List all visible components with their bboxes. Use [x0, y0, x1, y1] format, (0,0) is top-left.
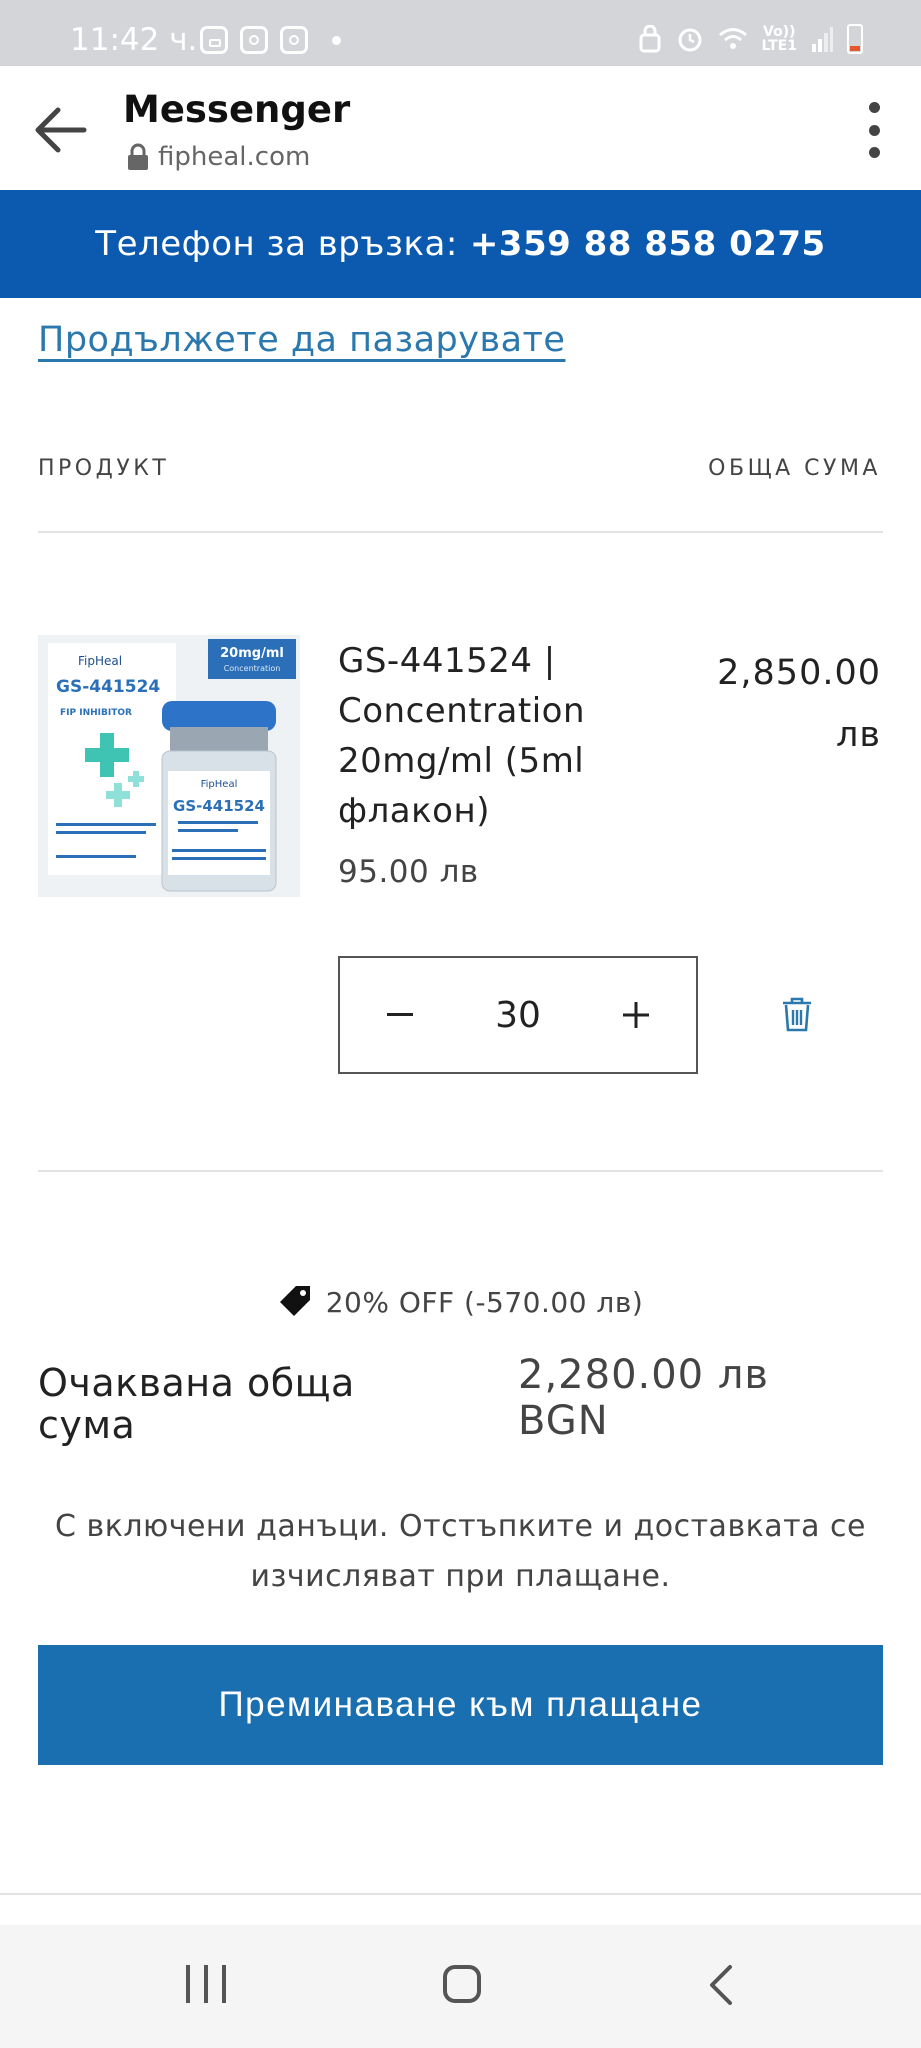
product-name-link[interactable]: GS-441524 | Concentration 20mg/ml (5ml ф…	[338, 636, 638, 836]
product-line-total: 2,850.00 лв	[717, 653, 881, 755]
lock-icon	[128, 143, 148, 170]
recent-apps-button[interactable]	[186, 1965, 226, 2005]
discount-tag-icon	[279, 1286, 310, 1316]
more-options-icon[interactable]	[867, 102, 881, 158]
column-header-product: ПРОДУКТ	[38, 456, 170, 481]
app-title: Messenger	[123, 88, 351, 131]
plus-icon	[623, 1002, 649, 1028]
vpn-icon	[639, 25, 661, 53]
system-back-button[interactable]	[706, 1963, 736, 2007]
svg-text:GS-441524: GS-441524	[173, 797, 265, 815]
continue-shopping-link[interactable]: Продължете да пазарувате	[38, 320, 565, 360]
contact-phone-link[interactable]: +359 88 858 0275	[470, 224, 826, 264]
more-notifications-dot	[332, 35, 341, 45]
browser-app-bar: Messenger fipheal.com	[0, 66, 921, 190]
tax-note: С включени данъци. Отстъпките и доставка…	[55, 1509, 866, 1594]
minus-icon	[387, 1013, 413, 1016]
system-navigation-bar	[0, 1925, 921, 2048]
remove-item-trash-icon[interactable]	[781, 996, 813, 1032]
column-header-total: ОБЩА СУМА	[708, 456, 881, 481]
header-divider	[38, 531, 883, 533]
svg-text:FipHeal: FipHeal	[201, 779, 238, 790]
back-arrow-icon[interactable]	[30, 102, 90, 158]
discount-line: 20% OFF (-570.00 лв)	[0, 1284, 921, 1319]
svg-text:GS-441524: GS-441524	[56, 677, 160, 697]
quantity-decrease-button[interactable]	[340, 958, 460, 1072]
product-unit-price: 95.00 лв	[338, 854, 479, 890]
instagram-notification-icon-2	[280, 26, 308, 54]
quantity-stepper: 30	[338, 956, 698, 1074]
item-divider	[38, 1170, 883, 1172]
footer-divider	[0, 1893, 921, 1895]
estimated-total-label: Очаквана обща сума	[38, 1361, 355, 1447]
page-url[interactable]: fipheal.com	[158, 142, 310, 172]
status-time: 11:42 ч.	[70, 22, 198, 58]
network-type-indicator: Vo)) LTE1	[761, 24, 797, 54]
product-image-art: FipHeal GS-441524 FIP INHIBITOR 20mg/ml …	[38, 635, 300, 897]
contact-label: Телефон за връзка:	[95, 224, 458, 264]
status-notification-icons	[200, 26, 341, 54]
alarm-icon	[678, 28, 702, 52]
status-system-icons: Vo)) LTE1	[638, 24, 863, 54]
quantity-input[interactable]: 30	[460, 995, 576, 1036]
estimated-total-value: 2,280.00 лв BGN	[518, 1352, 769, 1444]
svg-text:FIP INHIBITOR: FIP INHIBITOR	[60, 708, 132, 718]
svg-text:FipHeal: FipHeal	[78, 654, 122, 668]
wifi-icon	[718, 28, 747, 49]
gallery-notification-icon	[200, 26, 228, 54]
home-button[interactable]	[443, 1965, 481, 2003]
battery-icon	[847, 24, 863, 54]
checkout-button[interactable]: Преминаване към плащане	[38, 1645, 883, 1765]
announcement-bar: Телефон за връзка: +359 88 858 0275	[0, 190, 921, 298]
svg-text:20mg/ml: 20mg/ml	[220, 646, 284, 661]
status-bar: 11:42 ч. Vo)) LTE1	[0, 0, 921, 66]
product-image[interactable]: FipHeal GS-441524 FIP INHIBITOR 20mg/ml …	[38, 635, 300, 897]
svg-text:Concentration: Concentration	[224, 664, 281, 673]
instagram-notification-icon	[240, 26, 268, 54]
quantity-increase-button[interactable]	[576, 958, 696, 1072]
signal-icon	[812, 27, 833, 52]
discount-text: 20% OFF (-570.00 лв)	[325, 1286, 644, 1319]
